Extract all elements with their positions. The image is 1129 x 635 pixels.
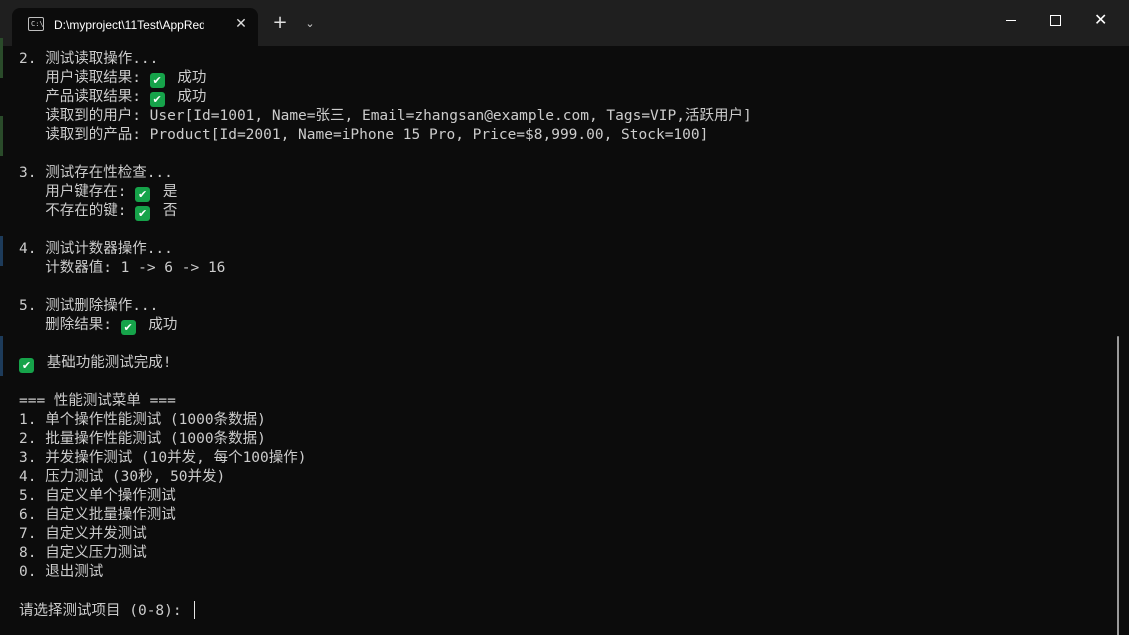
check-mark-icon: ✔ xyxy=(149,92,165,107)
line-text: 用户读取结果: xyxy=(19,70,150,86)
line-text: 3. 并发操作测试 (10并发, 每个100操作) xyxy=(19,450,307,466)
new-tab-button[interactable]: + xyxy=(268,12,292,36)
terminal-output[interactable]: 2. 测试读取操作... 用户读取结果: ✔ 成功 产品读取结果: ✔ 成功 读… xyxy=(0,38,1129,635)
line-text: 产品读取结果: xyxy=(19,89,150,105)
maximize-button[interactable] xyxy=(1032,0,1078,40)
terminal-line: 0. 退出测试 xyxy=(19,563,103,582)
check-mark-icon: ✔ xyxy=(149,73,165,88)
line-result: 成功 xyxy=(139,317,178,333)
line-text: 2. 测试读取操作... xyxy=(19,51,159,67)
text-cursor xyxy=(194,601,196,619)
terminal-line: 计数器值: 1 -> 6 -> 16 xyxy=(19,259,225,278)
line-result: 是 xyxy=(154,184,178,200)
line-text: 2. 批量操作性能测试 (1000条数据) xyxy=(19,431,266,447)
line-text: 请选择测试项目 (0-8): xyxy=(19,603,191,619)
line-text: 8. 自定义压力测试 xyxy=(19,545,147,561)
line-result: 成功 xyxy=(168,70,207,86)
line-result: 基础功能测试完成! xyxy=(38,355,172,371)
terminal-line: 4. 压力测试 (30秒, 50并发) xyxy=(19,468,225,487)
terminal-line: 不存在的键: ✔ 否 xyxy=(19,202,177,221)
line-text: 1. 单个操作性能测试 (1000条数据) xyxy=(19,412,266,428)
terminal-line: 3. 测试存在性检查... xyxy=(19,164,173,183)
line-text: 读取到的产品: Product[Id=2001, Name=iPhone 15 … xyxy=(19,127,709,143)
minimize-button[interactable] xyxy=(988,0,1034,40)
line-text: 4. 测试计数器操作... xyxy=(19,241,173,257)
terminal-line: 7. 自定义并发测试 xyxy=(19,525,147,544)
terminal-line: 读取到的用户: User[Id=1001, Name=张三, Email=zha… xyxy=(19,107,752,126)
terminal-line: 用户键存在: ✔ 是 xyxy=(19,183,177,202)
check-mark-icon: ✔ xyxy=(120,320,136,335)
terminal-tab[interactable]: C:\ D:\myproject\11Test\AppRedis ✕ xyxy=(12,8,258,46)
terminal-line: 读取到的产品: Product[Id=2001, Name=iPhone 15 … xyxy=(19,126,708,145)
line-text: 删除结果: xyxy=(19,317,121,333)
terminal-line: ✔ 基础功能测试完成! xyxy=(19,354,171,373)
terminal-line: 2. 批量操作性能测试 (1000条数据) xyxy=(19,430,266,449)
line-text: 7. 自定义并发测试 xyxy=(19,526,147,542)
terminal-line: 1. 单个操作性能测试 (1000条数据) xyxy=(19,411,266,430)
line-text: 3. 测试存在性检查... xyxy=(19,165,173,181)
title-bar: C:\ D:\myproject\11Test\AppRedis ✕ + ⌄ ✕ xyxy=(0,0,1129,46)
terminal-line: 2. 测试读取操作... xyxy=(19,50,158,69)
line-text: 读取到的用户: User[Id=1001, Name=张三, Email=zha… xyxy=(19,108,752,124)
line-text: 不存在的键: xyxy=(19,203,136,219)
line-text: 5. 测试删除操作... xyxy=(19,298,159,314)
scrollbar[interactable] xyxy=(1117,336,1119,635)
line-text: 0. 退出测试 xyxy=(19,564,104,580)
line-text: 计数器值: 1 -> 6 -> 16 xyxy=(19,260,226,276)
terminal-line: 3. 并发操作测试 (10并发, 每个100操作) xyxy=(19,449,307,468)
terminal-line: 用户读取结果: ✔ 成功 xyxy=(19,69,206,88)
line-text: 6. 自定义批量操作测试 xyxy=(19,507,176,523)
terminal-line: === 性能测试菜单 === xyxy=(19,392,176,411)
line-text: 用户键存在: xyxy=(19,184,136,200)
chevron-down-icon[interactable]: ⌄ xyxy=(298,12,322,36)
terminal-line: 产品读取结果: ✔ 成功 xyxy=(19,88,206,107)
check-mark-icon: ✔ xyxy=(135,187,151,202)
line-text: === 性能测试菜单 === xyxy=(19,393,176,409)
terminal-line: 4. 测试计数器操作... xyxy=(19,240,173,259)
terminal-line: 5. 测试删除操作... xyxy=(19,297,158,316)
terminal-line: 删除结果: ✔ 成功 xyxy=(19,316,177,335)
line-result: 成功 xyxy=(168,89,207,105)
close-tab-icon[interactable]: ✕ xyxy=(232,15,250,33)
tab-title: D:\myproject\11Test\AppRedis xyxy=(54,18,204,32)
terminal-window: C:\ D:\myproject\11Test\AppRedis ✕ + ⌄ ✕… xyxy=(0,0,1129,635)
line-text: 4. 压力测试 (30秒, 50并发) xyxy=(19,469,226,485)
terminal-line: 5. 自定义单个操作测试 xyxy=(19,487,176,506)
terminal-line: 请选择测试项目 (0-8): xyxy=(19,601,196,621)
terminal-icon: C:\ xyxy=(28,17,44,31)
line-text: 5. 自定义单个操作测试 xyxy=(19,488,176,504)
check-mark-icon: ✔ xyxy=(135,206,151,221)
close-window-button[interactable]: ✕ xyxy=(1078,0,1124,40)
check-mark-icon: ✔ xyxy=(19,358,34,373)
line-result: 否 xyxy=(154,203,178,219)
terminal-line: 6. 自定义批量操作测试 xyxy=(19,506,176,525)
terminal-line: 8. 自定义压力测试 xyxy=(19,544,147,563)
